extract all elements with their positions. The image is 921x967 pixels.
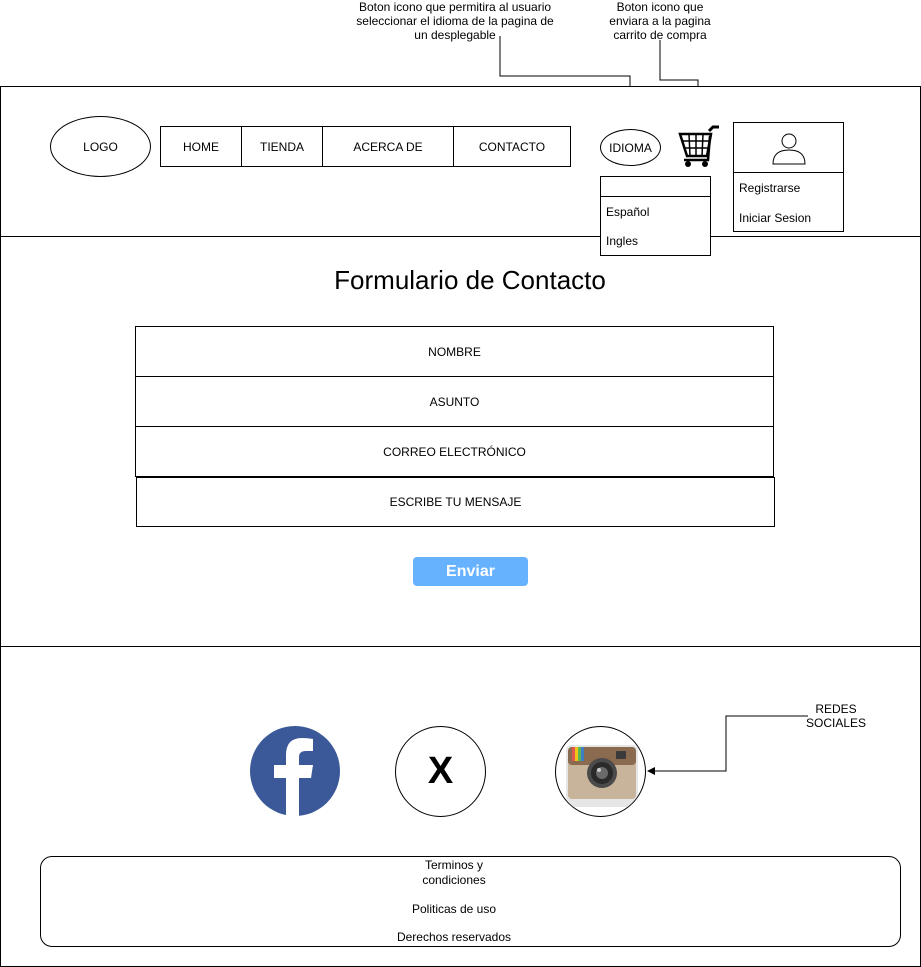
account-menu: Registrarse Iniciar Sesion xyxy=(733,122,844,232)
terms-link[interactable]: Terminos y condiciones xyxy=(404,858,504,888)
instagram-link[interactable] xyxy=(555,726,646,817)
menu-label: Iniciar Sesion xyxy=(739,211,812,225)
subject-field[interactable]: ASUNTO xyxy=(135,376,774,427)
instagram-icon xyxy=(566,745,638,807)
account-register[interactable]: Registrarse xyxy=(734,173,843,203)
nav-item-acerca-de[interactable]: ACERCA DE xyxy=(322,127,453,166)
cart-button[interactable] xyxy=(678,124,720,168)
language-annotation: Boton icono que permitira al usuario sel… xyxy=(356,0,554,42)
field-label: ASUNTO xyxy=(429,394,480,409)
field-label: CORREO ELECTRÓNICO xyxy=(383,444,526,459)
x-link[interactable]: X xyxy=(395,726,486,817)
field-label: NOMBRE xyxy=(428,344,481,359)
account-avatar[interactable] xyxy=(734,123,843,173)
language-button-label: IDIOMA xyxy=(609,140,652,155)
form-title: Formulario de Contacto xyxy=(334,264,606,295)
link-label: Politicas de uso xyxy=(411,902,497,916)
cart-annotation: Boton icono que enviara a la pagina carr… xyxy=(609,0,711,42)
user-icon xyxy=(771,133,806,164)
account-login[interactable]: Iniciar Sesion xyxy=(734,203,843,233)
menu-label: Registrarse xyxy=(739,181,801,195)
facebook-icon xyxy=(250,726,340,816)
option-label: Español xyxy=(606,205,650,219)
nav-label: TIENDA xyxy=(259,139,304,154)
link-label: Terminos y condiciones xyxy=(422,858,486,887)
submit-label: Enviar xyxy=(446,562,495,580)
language-button[interactable]: IDIOMA xyxy=(600,129,661,166)
facebook-link[interactable] xyxy=(250,726,340,816)
logo-label: LOGO xyxy=(83,139,118,154)
email-field[interactable]: CORREO ELECTRÓNICO xyxy=(135,426,774,477)
language-option-espanol[interactable]: Español xyxy=(601,197,710,227)
nav-item-home[interactable]: HOME xyxy=(161,127,241,166)
shopping-cart-icon xyxy=(678,125,719,167)
nav-item-tienda[interactable]: TIENDA xyxy=(241,127,322,166)
nav-item-contacto[interactable]: CONTACTO xyxy=(453,127,570,166)
nav-label: ACERCA DE xyxy=(353,139,423,154)
x-logo-icon: X xyxy=(427,750,454,792)
rights-reserved-link[interactable]: Derechos reservados xyxy=(380,930,528,944)
logo[interactable]: LOGO xyxy=(50,116,151,177)
link-label: Derechos reservados xyxy=(396,930,512,944)
message-field[interactable]: ESCRIBE TU MENSAJE xyxy=(136,477,775,527)
field-label: ESCRIBE TU MENSAJE xyxy=(389,495,522,509)
language-dropdown-header xyxy=(601,177,710,197)
main-nav: HOME TIENDA ACERCA DE CONTACTO xyxy=(160,126,571,167)
submit-button[interactable]: Enviar xyxy=(413,557,528,586)
usage-policy-link[interactable]: Politicas de uso xyxy=(380,902,528,916)
nav-label: CONTACTO xyxy=(478,139,546,154)
nav-label: HOME xyxy=(183,139,219,154)
name-field[interactable]: NOMBRE xyxy=(135,326,774,377)
